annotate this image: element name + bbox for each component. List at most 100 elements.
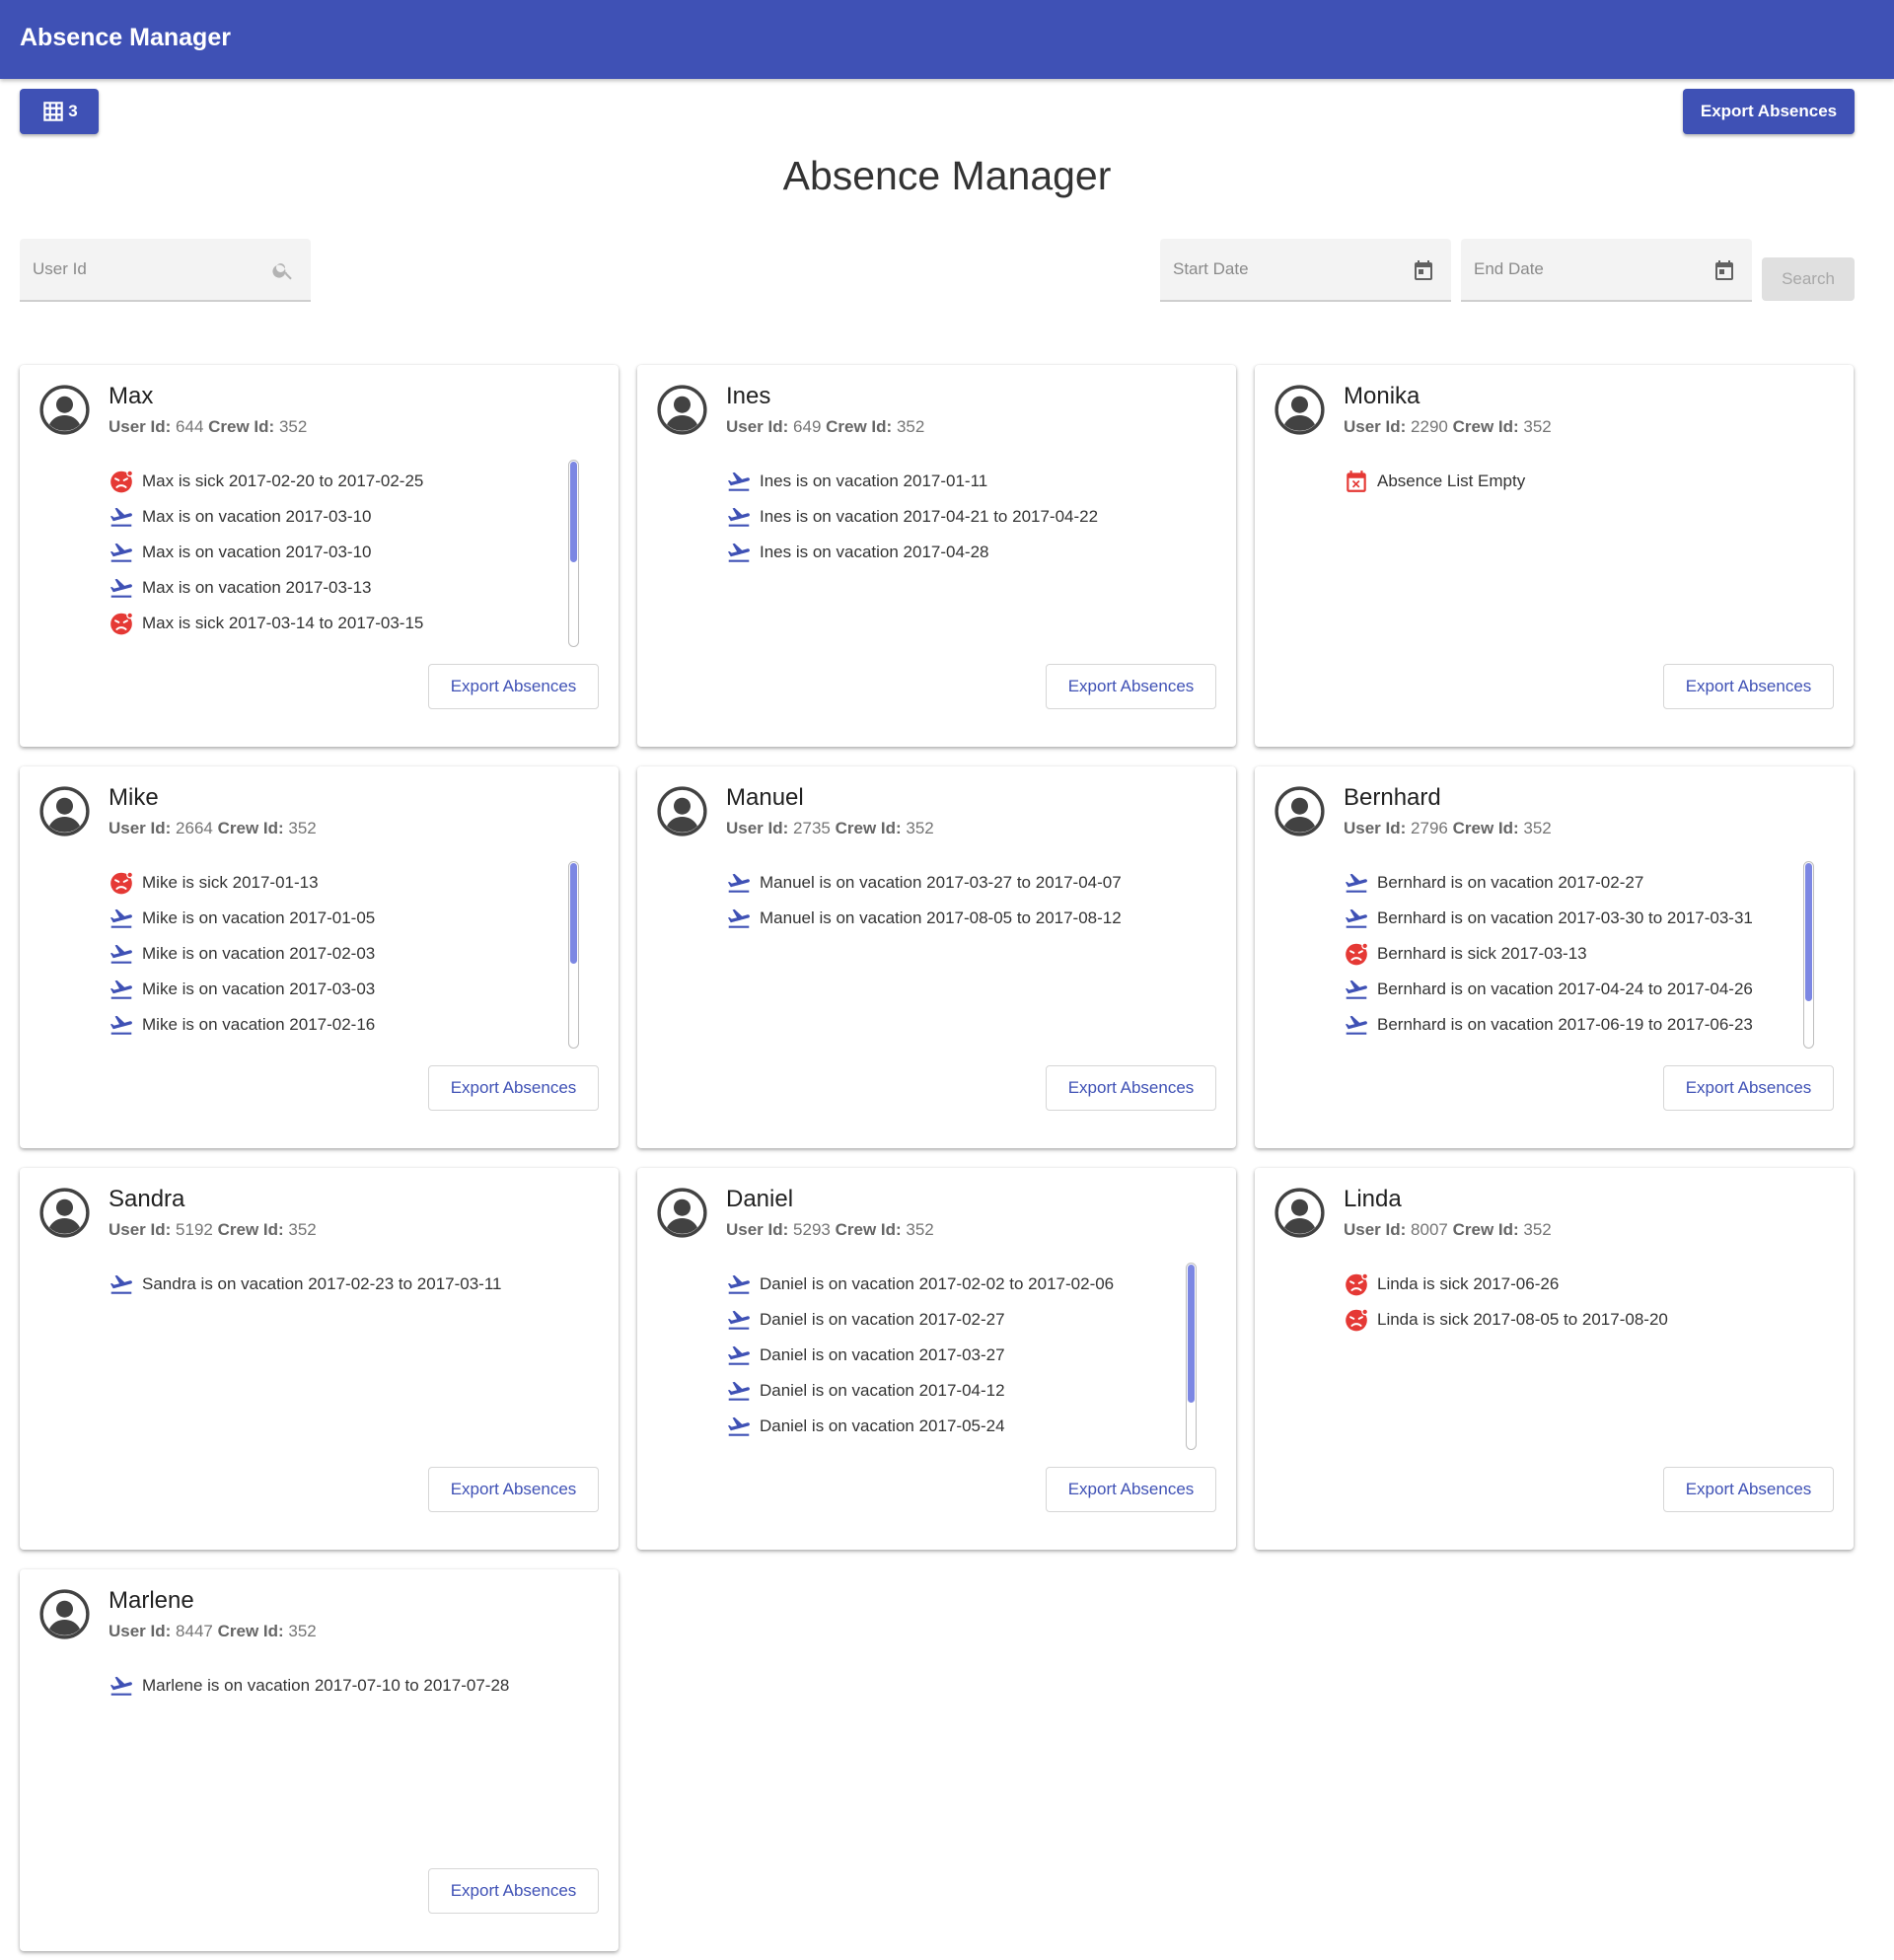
absence-list[interactable]: Daniel is on vacation 2017-02-02 to 2017… [726, 1267, 1200, 1452]
absence-text: Max is sick 2017-02-20 to 2017-02-25 [142, 472, 424, 490]
absence-empty-item: Absence List Empty [1344, 464, 1817, 499]
user-id-label: User Id: [109, 417, 172, 436]
absence-list-scrollbar[interactable] [1803, 861, 1814, 1049]
scrollbar-thumb[interactable] [570, 462, 577, 562]
absence-empty-text: Absence List Empty [1377, 472, 1526, 490]
absence-item: Linda is sick 2017-08-05 to 2017-08-20 [1344, 1302, 1817, 1338]
search-icon[interactable] [271, 258, 295, 282]
export-absences-button[interactable]: Export Absences [428, 1467, 599, 1512]
user-id-input[interactable] [20, 239, 311, 300]
flight-takeoff-icon [1344, 906, 1369, 931]
absence-list-scrollbar[interactable] [568, 861, 579, 1049]
member-name: Max [109, 383, 154, 409]
export-absences-button[interactable]: Export Absences [1663, 1065, 1834, 1111]
start-date-input[interactable] [1160, 239, 1451, 300]
flight-takeoff-icon [109, 977, 134, 1002]
export-absences-button[interactable]: Export Absences [1046, 664, 1216, 709]
absence-text: Ines is on vacation 2017-01-11 [760, 472, 988, 490]
absence-item: Bernhard is on vacation 2017-02-27 [1344, 865, 1817, 901]
absence-list[interactable]: Manuel is on vacation 2017-03-27 to 2017… [726, 865, 1200, 1051]
crew-id-value: 352 [1523, 819, 1552, 837]
export-absences-button[interactable]: Export Absences [428, 664, 599, 709]
avatar-icon [39, 1188, 90, 1238]
sick-face-icon [1344, 1271, 1369, 1297]
absence-text: Max is on vacation 2017-03-10 [142, 543, 372, 561]
user-id-value: 5293 [793, 1220, 831, 1239]
absence-list-scrollbar[interactable] [1186, 1263, 1197, 1450]
flight-takeoff-icon [109, 540, 134, 565]
scrollbar-thumb[interactable] [1805, 863, 1812, 1001]
user-id-value: 649 [793, 417, 822, 436]
end-date-input[interactable] [1461, 239, 1752, 300]
flight-takeoff-icon [1344, 977, 1369, 1002]
absence-list[interactable]: Max is sick 2017-02-20 to 2017-02-25 Max … [109, 464, 582, 649]
crew-id-value: 352 [906, 1220, 934, 1239]
crew-id-label: Crew Id: [217, 1622, 284, 1640]
absence-item: Ines is on vacation 2017-04-28 [726, 535, 1200, 570]
calendar-icon[interactable] [1712, 258, 1736, 282]
absence-item: Max is on vacation 2017-03-13 [109, 570, 582, 606]
absence-text: Bernhard is on vacation 2017-06-19 to 20… [1377, 1015, 1753, 1034]
absence-text: Mike is on vacation 2017-03-03 [142, 980, 376, 998]
member-name: Mike [109, 784, 159, 811]
user-id-value: 8447 [176, 1622, 213, 1640]
absence-list-scrollbar[interactable] [568, 460, 579, 647]
export-absences-button[interactable]: Export Absences [1046, 1065, 1216, 1111]
absence-item: Max is sick 2017-02-20 to 2017-02-25 [109, 464, 582, 499]
absence-text: Daniel is on vacation 2017-04-12 [760, 1381, 1005, 1400]
flight-takeoff-icon [726, 1414, 752, 1439]
search-button[interactable]: Search [1762, 257, 1855, 301]
crew-id-label: Crew Id: [217, 819, 284, 837]
absence-list[interactable]: Absence List Empty [1344, 464, 1817, 649]
absence-list[interactable]: Mike is sick 2017-01-13 Mike is on vacati… [109, 865, 582, 1051]
calendar-icon[interactable] [1412, 258, 1435, 282]
scrollbar-thumb[interactable] [570, 863, 577, 964]
absence-item: Mike is on vacation 2017-01-05 [109, 901, 582, 936]
export-absences-button[interactable]: Export Absences [428, 1065, 599, 1111]
export-all-button[interactable]: Export Absences [1683, 89, 1855, 134]
app-title: Absence Manager [20, 24, 231, 51]
member-card: Max User Id: 644 Crew Id: 352 Max is sick … [20, 365, 619, 747]
export-absences-button[interactable]: Export Absences [1663, 664, 1834, 709]
member-ids: User Id: 2735 Crew Id: 352 [726, 818, 934, 839]
member-ids: User Id: 8007 Crew Id: 352 [1344, 1219, 1552, 1241]
user-id-value: 644 [176, 417, 204, 436]
export-absences-button[interactable]: Export Absences [428, 1868, 599, 1914]
grid-columns-button[interactable]: 3 [20, 89, 99, 134]
absence-text: Max is on vacation 2017-03-10 [142, 507, 372, 526]
app-bar: Absence Manager [0, 0, 1894, 79]
export-absences-button[interactable]: Export Absences [1046, 1467, 1216, 1512]
member-card: Monika User Id: 2290 Crew Id: 352 Absence … [1255, 365, 1854, 747]
absence-item: Bernhard is on vacation 2017-04-24 to 20… [1344, 972, 1817, 1007]
user-id-label: User Id: [726, 417, 789, 436]
member-name: Daniel [726, 1186, 794, 1212]
start-date-field [1160, 239, 1451, 302]
user-id-value: 2735 [793, 819, 831, 837]
export-absences-button[interactable]: Export Absences [1663, 1467, 1834, 1512]
absence-text: Daniel is on vacation 2017-02-02 to 2017… [760, 1274, 1115, 1293]
absence-text: Daniel is on vacation 2017-03-27 [760, 1345, 1005, 1364]
absence-list[interactable]: Ines is on vacation 2017-01-11 Ines is on… [726, 464, 1200, 649]
member-name: Sandra [109, 1186, 185, 1212]
flight-takeoff-icon [109, 1012, 134, 1038]
grid-icon [40, 99, 66, 124]
flight-takeoff-icon [726, 1271, 752, 1297]
crew-id-value: 352 [906, 819, 934, 837]
scrollbar-thumb[interactable] [1188, 1265, 1195, 1403]
absence-item: Ines is on vacation 2017-01-11 [726, 464, 1200, 499]
member-ids: User Id: 2290 Crew Id: 352 [1344, 416, 1552, 438]
member-name: Linda [1344, 1186, 1402, 1212]
absence-text: Sandra is on vacation 2017-02-23 to 2017… [142, 1274, 502, 1293]
user-id-label: User Id: [109, 1622, 172, 1640]
absence-item: Daniel is on vacation 2017-02-02 to 2017… [726, 1267, 1200, 1302]
calendar-remove-icon [1344, 469, 1369, 494]
absence-list[interactable]: Marlene is on vacation 2017-07-10 to 201… [109, 1668, 582, 1853]
absence-text: Max is on vacation 2017-03-13 [142, 578, 372, 597]
flight-takeoff-icon [1344, 1012, 1369, 1038]
crew-id-value: 352 [896, 417, 925, 436]
absence-list[interactable]: Bernhard is on vacation 2017-02-27 Bernha… [1344, 865, 1817, 1051]
member-card: Mike User Id: 2664 Crew Id: 352 Mike is si… [20, 766, 619, 1148]
absence-list[interactable]: Linda is sick 2017-06-26 Linda is sick 20… [1344, 1267, 1817, 1452]
absence-text: Mike is sick 2017-01-13 [142, 873, 319, 892]
absence-list[interactable]: Sandra is on vacation 2017-02-23 to 2017… [109, 1267, 582, 1452]
